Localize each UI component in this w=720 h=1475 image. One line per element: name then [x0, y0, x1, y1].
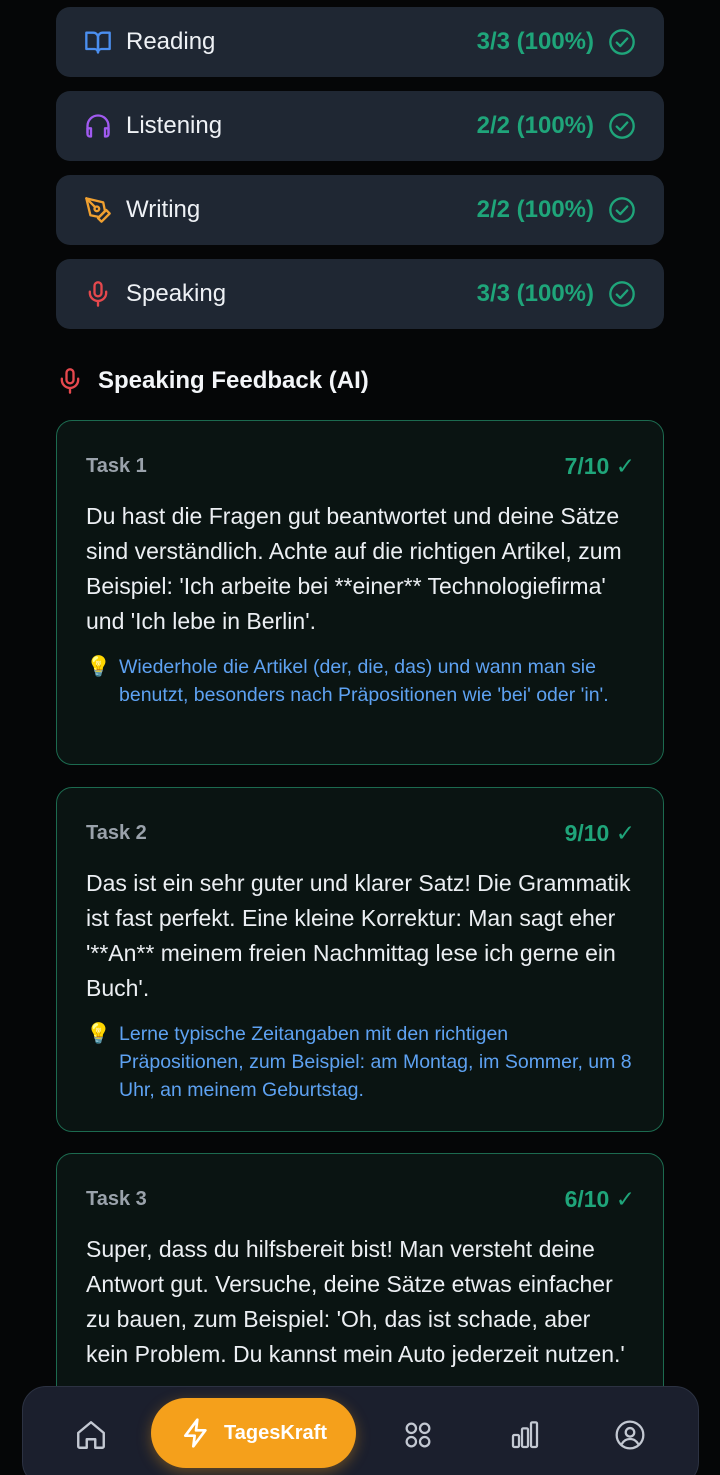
check-circle-icon [608, 112, 636, 140]
page: Reading 3/3 (100%) Listening 2/2 (100%) … [0, 0, 720, 1475]
skill-score: 3/3 (100%) [476, 280, 594, 307]
nav-tageskraft-button[interactable]: TagesKraft [151, 1398, 356, 1468]
feedback-text: Das ist ein sehr guter und klarer Satz! … [86, 870, 631, 1001]
skill-label: Writing [126, 196, 201, 223]
check-circle-icon [608, 28, 636, 56]
book-icon [84, 28, 112, 56]
lightning-icon [180, 1417, 212, 1449]
task-label: Task 1 [86, 454, 147, 477]
bar-chart-icon[interactable] [507, 1417, 543, 1453]
task-label: Task 2 [86, 821, 147, 844]
skill-label: Reading [126, 28, 216, 55]
feedback-text: Du hast die Fragen gut beantwortet und d… [86, 503, 622, 634]
feedback-tip: 💡 Lerne typische Zeitangaben mit den ric… [86, 1020, 635, 1104]
skill-label: Listening [126, 112, 223, 139]
user-profile-icon[interactable] [612, 1417, 648, 1453]
headphones-icon [84, 112, 112, 140]
skill-row-reading[interactable]: Reading 3/3 (100%) [56, 7, 664, 77]
skill-score: 2/2 (100%) [476, 196, 594, 223]
microphone-icon [56, 367, 84, 395]
speaking-feedback-header: Speaking Feedback (AI) [56, 362, 369, 400]
feedback-tip: 💡 Wiederhole die Artikel (der, die, das)… [86, 653, 635, 709]
task-score: 7/10 ✓ [564, 452, 635, 479]
skill-score: 3/3 (100%) [476, 28, 594, 55]
lightbulb-icon: 💡 [86, 1023, 111, 1045]
skill-score: 2/2 (100%) [476, 112, 594, 139]
section-title: Speaking Feedback (AI) [98, 367, 369, 394]
skill-label: Speaking [126, 280, 227, 307]
feedback-card-task-1: Task 1 7/10 ✓ Du hast die Fragen gut bea… [56, 420, 664, 765]
tip-text: Lerne typische Zeitangaben mit den richt… [119, 1023, 632, 1101]
nav-active-label: TagesKraft [224, 1421, 327, 1444]
bottom-navigation: TagesKraft [22, 1386, 699, 1475]
pen-icon [84, 196, 112, 224]
feedback-card-task-2: Task 2 9/10 ✓ Das ist ein sehr guter und… [56, 787, 664, 1132]
tip-text: Wiederhole die Artikel (der, die, das) u… [119, 656, 609, 706]
feedback-text: Super, dass du hilfsbereit bist! Man ver… [86, 1236, 625, 1367]
microphone-icon [84, 280, 112, 308]
skill-row-writing[interactable]: Writing 2/2 (100%) [56, 175, 664, 245]
lightbulb-icon: 💡 [86, 656, 111, 678]
home-icon[interactable] [73, 1417, 109, 1453]
task-label: Task 3 [86, 1187, 147, 1210]
skill-row-listening[interactable]: Listening 2/2 (100%) [56, 91, 664, 161]
task-score: 6/10 ✓ [564, 1185, 635, 1212]
task-score: 9/10 ✓ [564, 819, 635, 846]
check-circle-icon [608, 196, 636, 224]
check-circle-icon [608, 280, 636, 308]
grid-icon[interactable] [400, 1417, 436, 1453]
skill-row-speaking[interactable]: Speaking 3/3 (100%) [56, 259, 664, 329]
